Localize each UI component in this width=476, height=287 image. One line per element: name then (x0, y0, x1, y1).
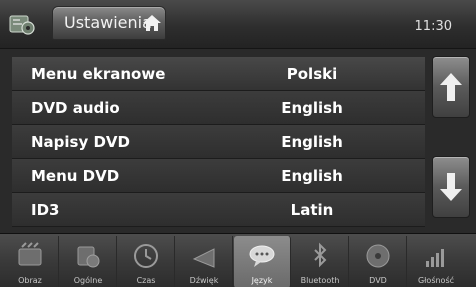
dvd-icon (366, 244, 390, 268)
clock: 11:30 (414, 19, 452, 34)
tab-label: Język (251, 276, 273, 285)
arrow-up-icon (440, 73, 462, 101)
tab-label: DVD (369, 276, 387, 285)
tab-volume[interactable]: Głośność (408, 236, 464, 287)
scroll-down-button[interactable] (432, 156, 470, 218)
setting-value: Polski (286, 65, 338, 83)
tab-label: Czas (136, 276, 156, 285)
arrow-down-icon (440, 173, 462, 201)
setting-value: Latin (290, 201, 334, 219)
language-icon (249, 245, 275, 267)
tab-label: Obraz (18, 276, 42, 285)
list-item[interactable]: Menu DVD English (12, 159, 425, 193)
title-tab[interactable]: Ustawienia (52, 6, 166, 40)
volume-icon (426, 249, 444, 267)
tab-label: Głośność (417, 276, 455, 285)
tab-label: Bluetooth (300, 276, 340, 285)
setting-label: Napisy DVD (31, 133, 130, 151)
scroll-up-button[interactable] (432, 56, 470, 118)
home-icon[interactable] (141, 13, 163, 33)
tab-language[interactable]: Język (234, 236, 291, 287)
general-icon (77, 246, 100, 268)
picture-icon (18, 242, 42, 266)
list-item[interactable]: ID3 Latin (12, 193, 425, 227)
tab-picture[interactable]: Obraz (2, 236, 59, 287)
clock-icon (134, 244, 158, 268)
language-settings-list: Menu ekranowe Polski DVD audio English N… (12, 51, 425, 227)
setting-label: ID3 (31, 201, 60, 219)
list-item[interactable]: Napisy DVD English (12, 125, 425, 159)
settings-app-icon[interactable] (8, 12, 36, 38)
bluetooth-icon (314, 242, 327, 268)
settings-category-bar: Obraz Ogólne Czas Dźwięk Język Bluetooth… (0, 233, 476, 287)
tab-dvd[interactable]: DVD (350, 236, 407, 287)
list-item[interactable]: Menu ekranowe Polski (12, 57, 425, 91)
page-title: Ustawienia (64, 13, 152, 32)
tab-bluetooth[interactable]: Bluetooth (292, 236, 349, 287)
setting-value: English (281, 133, 343, 151)
setting-value: English (281, 99, 343, 117)
settings-screen: Ustawienia 11:30 Menu ekranowe Polski DV… (0, 0, 476, 287)
setting-value: English (281, 167, 343, 185)
tab-sound[interactable]: Dźwięk (176, 236, 233, 287)
setting-label: Menu ekranowe (31, 65, 166, 83)
setting-label: Menu DVD (31, 167, 120, 185)
sound-icon (192, 248, 215, 268)
tab-label: Ogólne (73, 276, 103, 285)
setting-label: DVD audio (31, 99, 120, 117)
tab-time[interactable]: Czas (118, 236, 175, 287)
tab-general[interactable]: Ogólne (60, 236, 117, 287)
list-item[interactable]: DVD audio English (12, 91, 425, 125)
tab-label: Dźwięk (189, 276, 219, 285)
header-bar: Ustawienia 11:30 (0, 0, 476, 49)
